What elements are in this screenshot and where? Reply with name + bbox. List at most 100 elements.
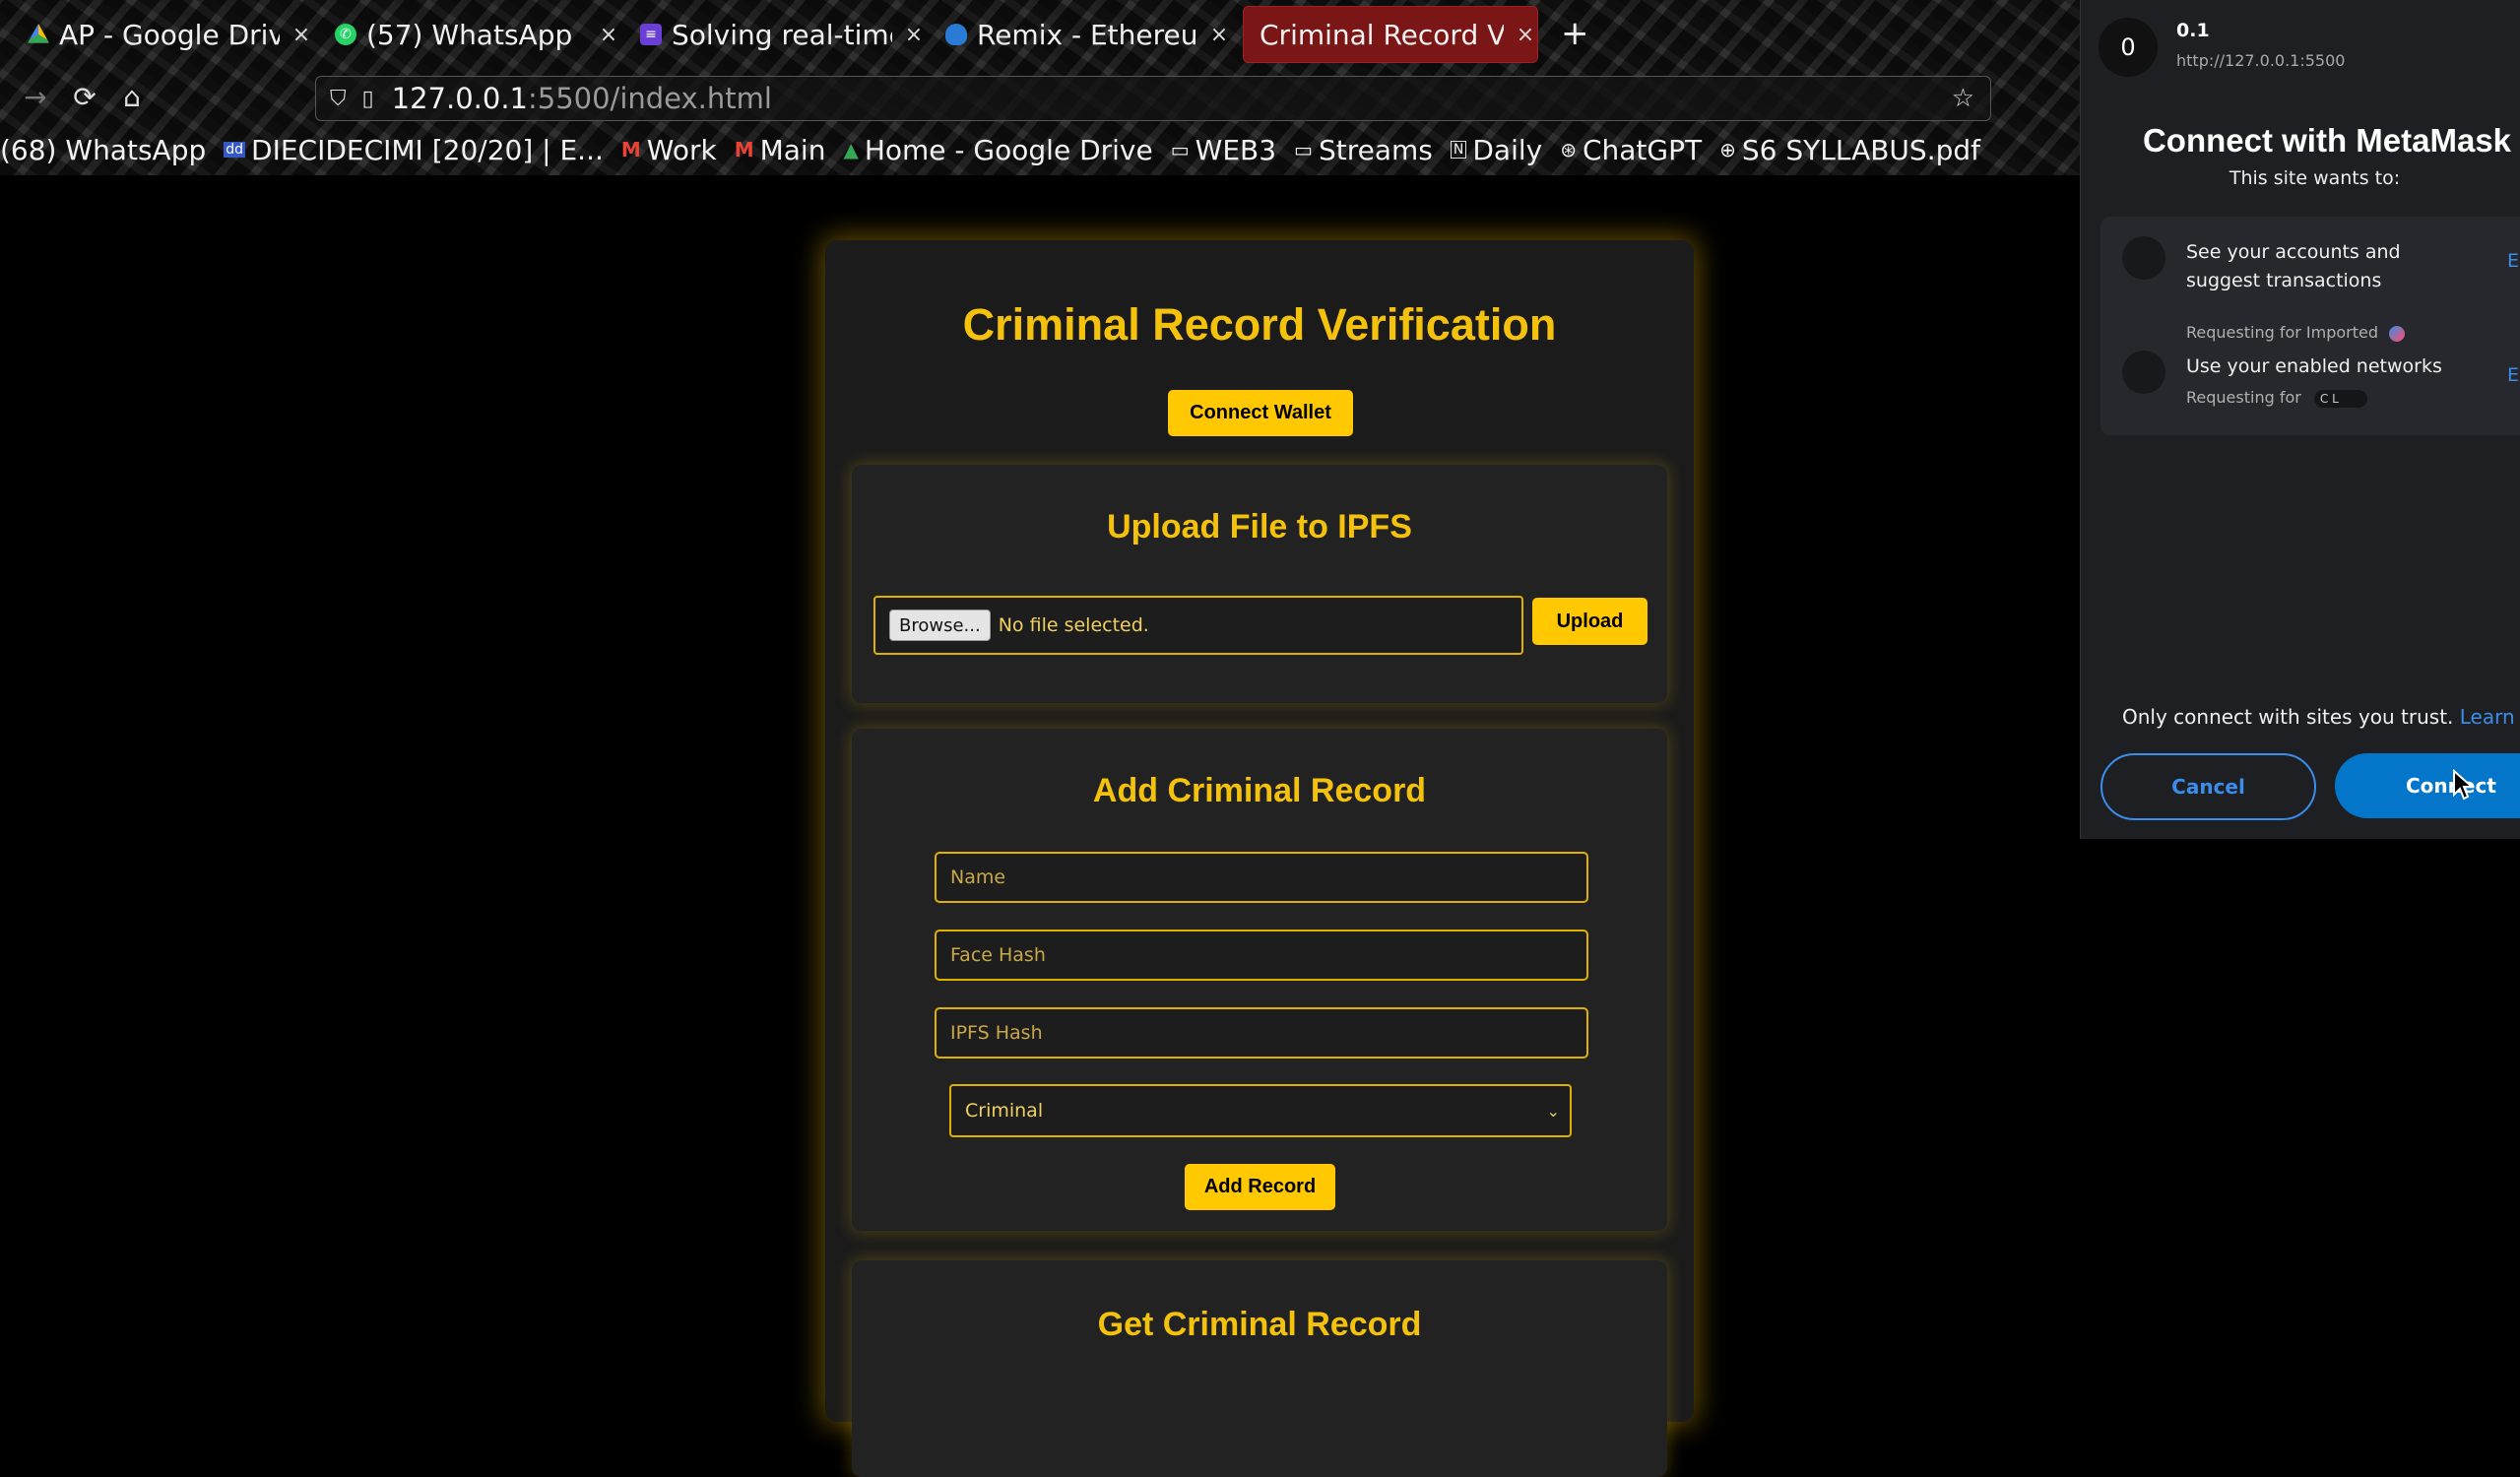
cancel-button[interactable]: Cancel xyxy=(2100,753,2316,820)
status-selected-value: Criminal xyxy=(965,1100,1044,1122)
gmail-icon: M xyxy=(734,138,754,161)
bookmark-diecidecimi[interactable]: dd DIECIDECIMI [20/20] | E... xyxy=(224,134,604,166)
tab-solving-real-time[interactable]: ≡ Solving real-time u × xyxy=(640,6,926,63)
permission-sub: Requesting for Imported xyxy=(2186,323,2406,342)
bookmark-work[interactable]: M Work xyxy=(621,134,717,166)
edit-link[interactable]: Edit xyxy=(2507,364,2520,386)
upload-title: Upload File to IPFS xyxy=(1107,508,1412,546)
permission-icon xyxy=(2122,236,2165,280)
learn-more-link[interactable]: Learn more xyxy=(2460,705,2520,729)
add-record-card: Add Criminal Record Name Face Hash IPFS … xyxy=(852,729,1667,1231)
face-hash-input[interactable]: Face Hash xyxy=(935,930,1588,981)
bookmark-daily[interactable]: N Daily xyxy=(1450,133,1543,166)
reload-icon[interactable]: ⟳ xyxy=(67,81,102,113)
page-title: Criminal Record Verification xyxy=(962,299,1557,350)
page-icon: ▯ xyxy=(361,86,374,111)
metamask-popup: 0 0.1 http://127.0.0.1:5500 Connect with… xyxy=(2080,0,2520,839)
address-bar[interactable]: ⛉ ▯ 127.0.0.1 :5500/index.html ☆ xyxy=(315,76,1991,121)
file-input[interactable]: Browse... No file selected. xyxy=(873,596,1523,655)
ipfs-hash-input[interactable]: IPFS Hash xyxy=(935,1007,1588,1059)
notion-icon: N xyxy=(1450,141,1467,159)
bookmark-home-google-drive[interactable]: ▲ Home - Google Drive xyxy=(843,134,1152,166)
bookmark-star-icon[interactable]: ☆ xyxy=(1952,84,1974,113)
bookmark-chatgpt[interactable]: ⊛ ChatGPT xyxy=(1560,134,1702,166)
permission-sub-text: Requesting for Imported xyxy=(2186,323,2379,342)
bookmark-streams[interactable]: ▭ Streams xyxy=(1294,134,1433,166)
close-icon[interactable]: × xyxy=(597,23,620,47)
shield-icon[interactable]: ⛉ xyxy=(330,87,347,111)
tab-title: Remix - Ethereum xyxy=(977,18,1197,51)
bookmark-web3[interactable]: ▭ WEB3 xyxy=(1171,134,1276,166)
metamask-title: Connect with MetaMask xyxy=(2142,122,2512,159)
tab-title: (57) WhatsApp xyxy=(366,18,573,51)
mouse-cursor-icon xyxy=(2453,769,2475,801)
tab-remix-ethereum[interactable]: Remix - Ethereum × xyxy=(945,6,1231,63)
permissions-list: See your accounts and suggest transactio… xyxy=(2100,217,2520,435)
metamask-subtitle: This site wants to: xyxy=(2229,167,2401,189)
add-record-title: Add Criminal Record xyxy=(1092,772,1427,809)
account-logo-icon xyxy=(2389,325,2406,342)
edit-link[interactable]: Edit xyxy=(2507,250,2520,272)
add-record-button[interactable]: Add Record xyxy=(1185,1164,1335,1210)
navigation-bar: → ⟳ ⌂ ⛉ ▯ 127.0.0.1 :5500/index.html ☆ xyxy=(0,73,1999,124)
gmail-icon: M xyxy=(620,138,641,161)
close-icon[interactable]: × xyxy=(290,23,313,47)
permission-sub: Requesting for C L xyxy=(2186,388,2367,408)
status-select[interactable]: Criminal ⌄ xyxy=(949,1084,1572,1137)
bookmark-s6-syllabus[interactable]: ⊕ S6 SYLLABUS.pdf xyxy=(1719,134,1980,166)
permission-sub-text: Requesting for xyxy=(2186,388,2301,407)
bookmark-label: (68) WhatsApp xyxy=(0,133,207,166)
permission-text: See your accounts and suggest transactio… xyxy=(2186,241,2401,291)
url-path: :5500/index.html xyxy=(527,82,772,115)
bookmark-label: ChatGPT xyxy=(1582,133,1703,166)
bookmarks-bar: (68) WhatsApp dd DIECIDECIMI [20/20] | E… xyxy=(0,128,1998,171)
document-icon: ≡ xyxy=(640,24,662,45)
close-icon[interactable]: × xyxy=(902,23,926,47)
site-avatar: 0 xyxy=(2099,18,2158,77)
close-icon[interactable]: × xyxy=(1207,23,1231,47)
dd-icon: dd xyxy=(224,142,246,158)
chatgpt-icon: ⊛ xyxy=(1560,138,1577,161)
connect-wallet-button[interactable]: Connect Wallet xyxy=(1168,390,1353,436)
ipfs-hash-placeholder: IPFS Hash xyxy=(950,1022,1043,1044)
bookmark-label: Daily xyxy=(1472,133,1543,166)
close-icon[interactable]: × xyxy=(1514,23,1537,47)
new-tab-button[interactable]: + xyxy=(1561,14,1589,53)
bookmark-label: S6 SYLLABUS.pdf xyxy=(1741,133,1981,166)
url-host: 127.0.0.1 xyxy=(391,82,528,115)
name-placeholder: Name xyxy=(950,867,1006,888)
get-record-card: Get Criminal Record xyxy=(852,1260,1667,1477)
upload-card: Upload File to IPFS Browse... No file se… xyxy=(852,465,1667,703)
file-status: No file selected. xyxy=(998,614,1149,636)
bookmark-whatsapp[interactable]: (68) WhatsApp xyxy=(0,134,206,166)
face-hash-placeholder: Face Hash xyxy=(950,944,1046,966)
bookmark-main[interactable]: M Main xyxy=(735,134,826,166)
upload-button[interactable]: Upload xyxy=(1532,598,1648,645)
google-drive-icon xyxy=(28,24,49,43)
connect-button[interactable]: Connect xyxy=(2335,753,2520,818)
permission-text: Use your enabled networks xyxy=(2186,355,2442,377)
tab-title: Criminal Record Verif xyxy=(1260,18,1504,51)
bookmark-label: Home - Google Drive xyxy=(864,133,1153,166)
bookmark-label: Main xyxy=(759,133,826,166)
google-drive-icon: ▲ xyxy=(843,138,859,161)
whatsapp-icon: ✆ xyxy=(335,24,356,45)
globe-icon: ⊕ xyxy=(1719,138,1736,161)
permission-icon xyxy=(2122,351,2165,394)
chevron-down-icon: ⌄ xyxy=(1546,1101,1560,1121)
name-input[interactable]: Name xyxy=(935,852,1588,903)
site-url: http://127.0.0.1:5500 xyxy=(2176,51,2346,70)
trust-notice: Only connect with sites you trust. Learn… xyxy=(2122,705,2520,729)
forward-icon[interactable]: → xyxy=(18,81,53,113)
bookmark-label: Work xyxy=(646,133,717,166)
bookmark-label: Streams xyxy=(1318,133,1433,166)
remix-icon xyxy=(945,24,967,45)
home-icon[interactable]: ⌂ xyxy=(114,81,150,113)
tab-title: AP - Google Drive xyxy=(59,18,280,51)
folder-icon: ▭ xyxy=(1294,138,1313,161)
tab-google-drive[interactable]: AP - Google Drive × xyxy=(28,6,313,63)
browse-button[interactable]: Browse... xyxy=(889,610,991,641)
tab-criminal-record[interactable]: Criminal Record Verif × xyxy=(1243,6,1538,63)
network-pill: C L xyxy=(2313,389,2367,408)
tab-whatsapp[interactable]: ✆ (57) WhatsApp × xyxy=(335,6,620,63)
